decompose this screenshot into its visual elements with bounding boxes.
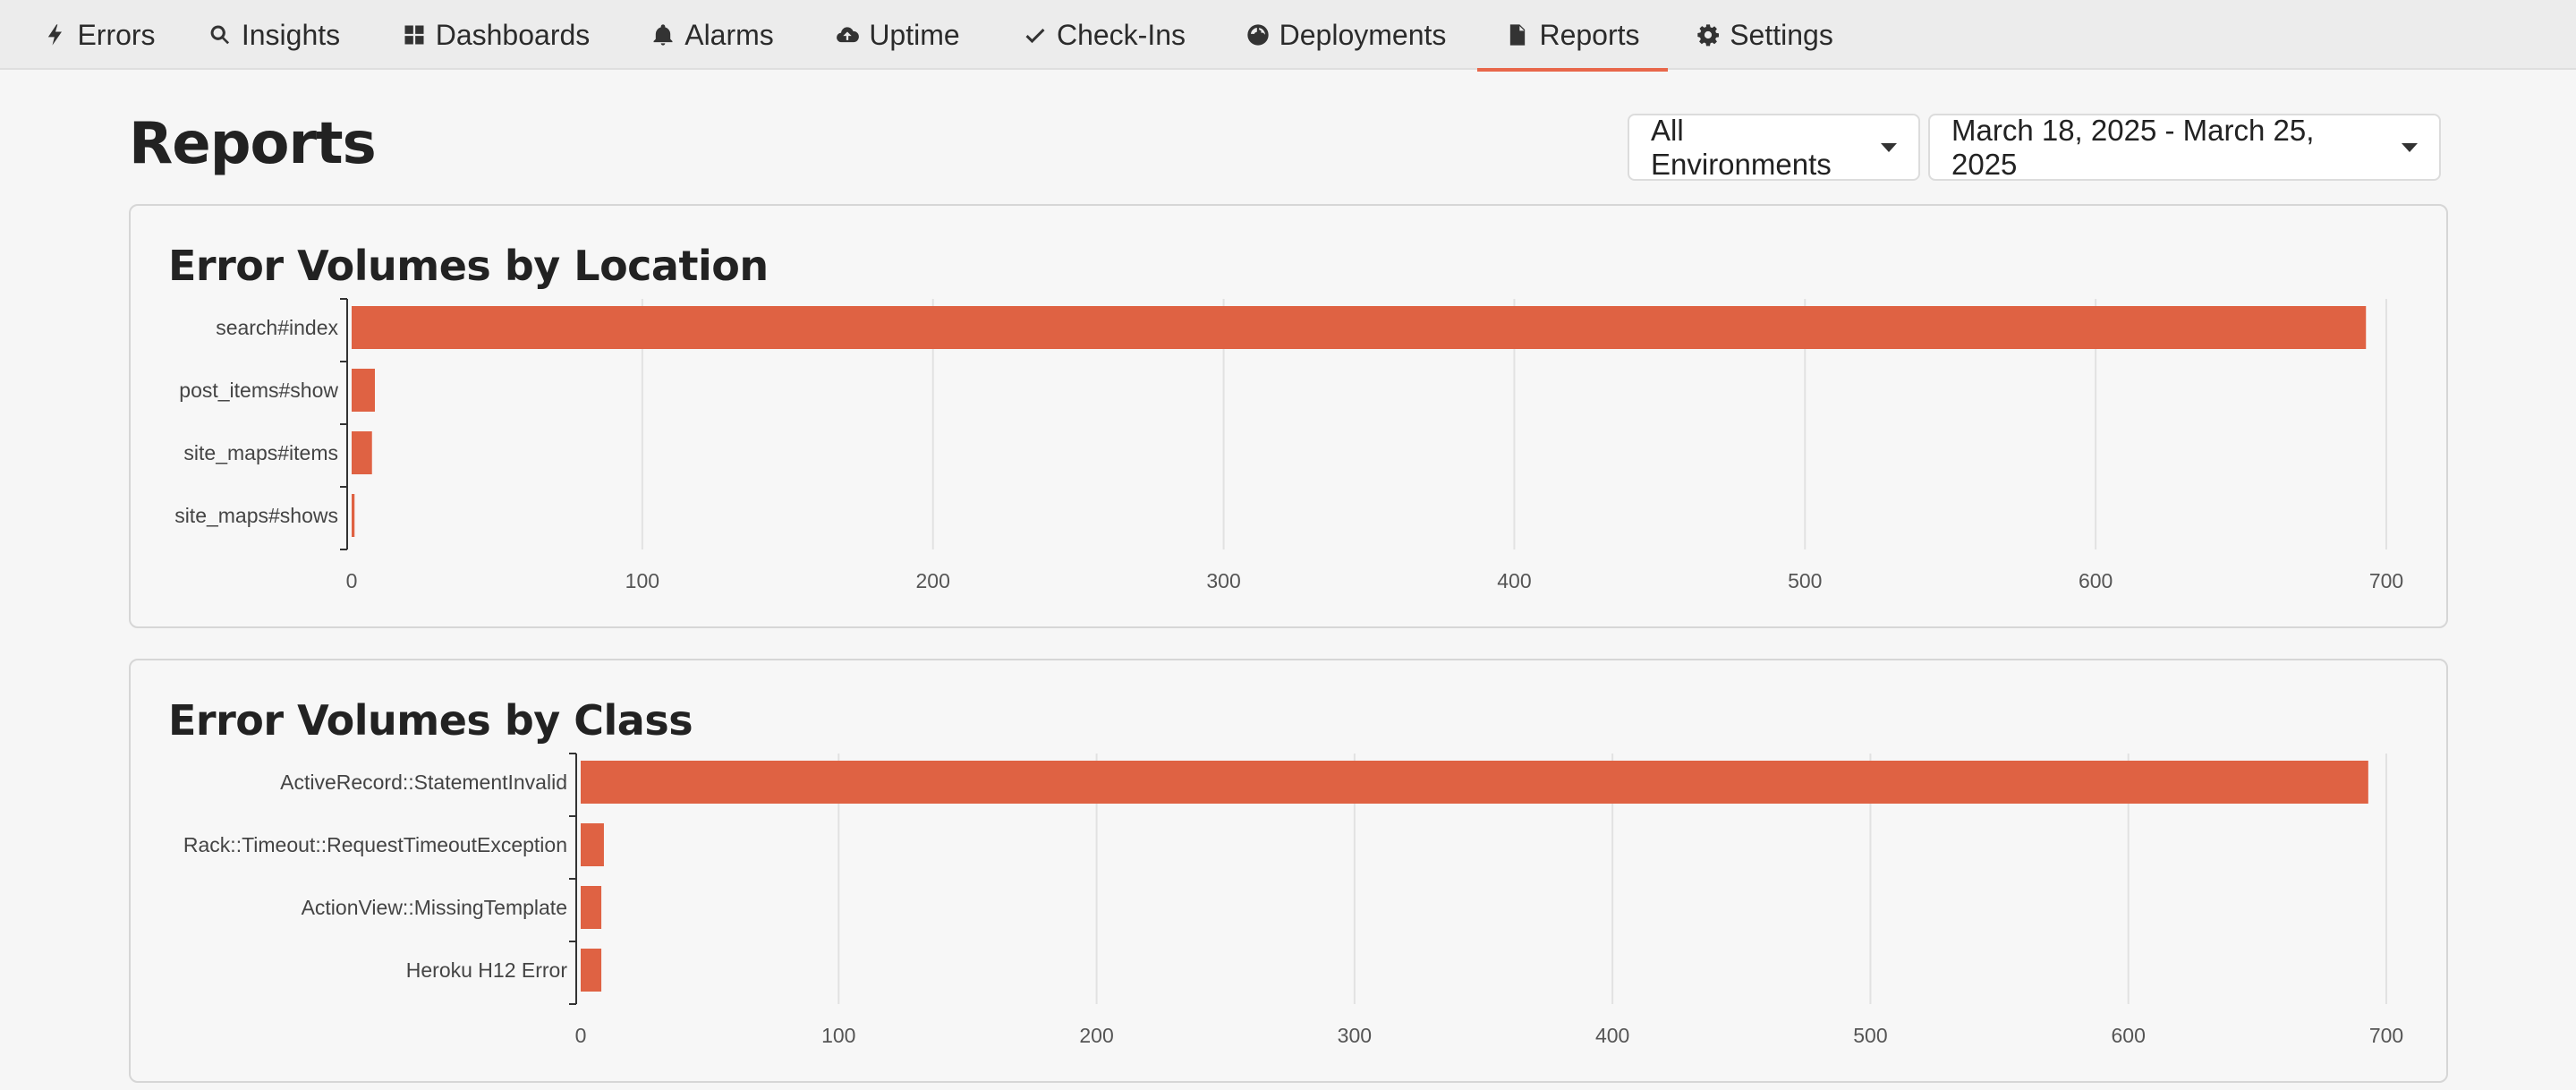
chevron-down-icon <box>2402 142 2418 152</box>
x-tick-label: 500 <box>1853 1024 1887 1047</box>
y-category-label: Rack::Timeout::RequestTimeoutException <box>183 833 567 856</box>
environment-select-value: All Environments <box>1651 113 1832 181</box>
class-report-card: Error Volumes by Class 0 100 200 300 400 500 6… <box>129 659 2448 1083</box>
nav-tab-dashboards[interactable]: Dashboards <box>395 0 596 70</box>
bolt-icon <box>43 22 68 47</box>
x-tick-label: 200 <box>916 569 950 592</box>
nav-tab-alarms[interactable]: Alarms <box>646 0 778 70</box>
bar[interactable] <box>581 949 602 992</box>
chevron-down-icon <box>1881 142 1897 152</box>
file-icon <box>1505 22 1530 47</box>
top-nav: Errors Insights Dashboards Alarms Uptime… <box>0 0 2576 72</box>
x-tick-label: 300 <box>1206 569 1240 592</box>
bar[interactable] <box>352 306 2367 349</box>
date-range-select[interactable]: March 18, 2025 - March 25, 2025 <box>1928 114 2441 181</box>
x-tick-label: 700 <box>2369 1024 2403 1047</box>
x-tick-label: 400 <box>1497 569 1531 592</box>
x-tick-label: 200 <box>1079 1024 1113 1047</box>
location-report-card: Error Volumes by Location 0 100 200 300 400 5… <box>129 204 2448 628</box>
y-category-label: site_maps#items <box>183 441 338 464</box>
globe-icon <box>1245 22 1271 47</box>
nav-tab-label: Settings <box>1730 18 1833 51</box>
bar[interactable] <box>352 494 355 537</box>
nav-tab-label: Dashboards <box>435 18 591 51</box>
bar[interactable] <box>581 823 604 866</box>
x-tick-label: 100 <box>625 569 659 592</box>
x-tick-label: 700 <box>2369 569 2403 592</box>
y-category-label: Heroku H12 Error <box>406 958 568 982</box>
nav-tab-label: Check-Ins <box>1056 18 1186 51</box>
class-bar-chart: 0 100 200 300 400 500 600 700 ActiveRecord::Stat… <box>183 753 2403 1047</box>
nav-tab-label: Uptime <box>869 18 960 51</box>
x-tick-label: 100 <box>821 1024 855 1047</box>
y-category-label: post_items#show <box>179 379 338 402</box>
nav-tab-insights[interactable]: Insights <box>200 0 347 70</box>
x-tick-label: 0 <box>575 1024 587 1047</box>
x-tick-label: 0 <box>346 569 358 592</box>
nav-tab-errors[interactable]: Errors <box>39 0 159 70</box>
cloud-upload-icon <box>835 22 860 47</box>
bar[interactable] <box>581 886 602 929</box>
y-category-label: ActiveRecord::StatementInvalid <box>280 771 567 794</box>
dashboard-grid-icon <box>402 22 427 47</box>
bar[interactable] <box>581 761 2368 804</box>
nav-tab-settings[interactable]: Settings <box>1693 0 1836 70</box>
x-tick-label: 300 <box>1338 1024 1372 1047</box>
page-title: Reports <box>129 111 377 177</box>
nav-tab-deployments[interactable]: Deployments <box>1242 0 1450 70</box>
search-icon <box>208 22 233 47</box>
y-category-label: search#index <box>216 316 338 339</box>
date-range-select-value: March 18, 2025 - March 25, 2025 <box>1951 113 2315 181</box>
nav-tab-uptime[interactable]: Uptime <box>829 0 966 70</box>
x-tick-label: 600 <box>2079 569 2113 592</box>
gear-icon <box>1696 22 1721 47</box>
environment-select[interactable]: All Environments <box>1628 114 1920 181</box>
y-category-label: ActionView::MissingTemplate <box>302 896 567 919</box>
x-tick-label: 400 <box>1595 1024 1629 1047</box>
x-tick-label: 600 <box>2112 1024 2146 1047</box>
location-bar-chart: 0 100 200 300 400 500 600 700 search#index post_i… <box>174 298 2403 592</box>
nav-tab-label: Deployments <box>1279 18 1447 51</box>
bar[interactable] <box>352 431 372 474</box>
bar[interactable] <box>352 369 375 412</box>
nav-tab-label: Reports <box>1539 18 1640 51</box>
x-tick-label: 500 <box>1788 569 1822 592</box>
nav-tab-check-ins[interactable]: Check-Ins <box>1018 0 1190 70</box>
y-category-label: site_maps#shows <box>174 504 338 527</box>
nav-tab-reports[interactable]: Reports <box>1477 0 1668 72</box>
nav-tab-label: Errors <box>77 18 156 51</box>
checkmark-icon <box>1023 22 1048 47</box>
nav-tab-label: Insights <box>241 18 341 51</box>
nav-tab-label: Alarms <box>684 18 774 51</box>
bell-icon <box>650 22 676 47</box>
